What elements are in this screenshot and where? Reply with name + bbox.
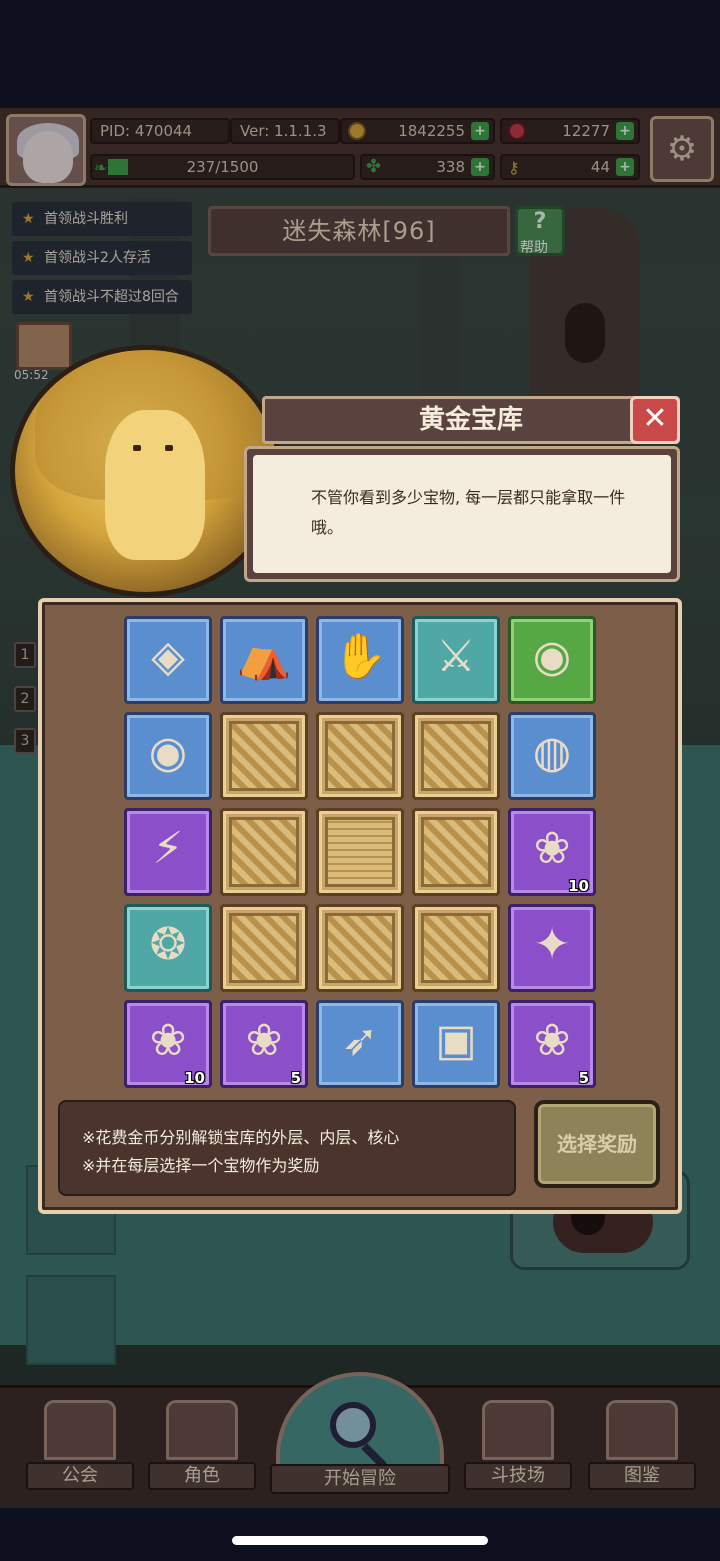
treasure-slot[interactable]: ❂ — [124, 904, 212, 992]
diamond-gem-icon: ◈ — [151, 631, 185, 682]
berry-icon: ❀ — [245, 1015, 283, 1066]
vault-slot[interactable] — [220, 808, 308, 896]
vault-outer-icon — [325, 721, 395, 791]
claw-icon: ⚡ — [152, 823, 184, 874]
orb-amulet-icon: ◉ — [532, 631, 572, 682]
treasure-slot[interactable]: ◍ — [508, 712, 596, 800]
berry-icon: ❀ — [533, 823, 571, 874]
golden-creature — [105, 410, 205, 560]
treasure-slot[interactable]: ❀ 10 — [124, 1000, 212, 1088]
rules-note: ※花费金币分别解锁宝库的外层、内层、核心 ※并在每层选择一个宝物作为奖励 — [58, 1100, 516, 1196]
treasure-slot[interactable]: ⛺ — [220, 616, 308, 704]
treasure-slot[interactable]: ▣ — [412, 1000, 500, 1088]
speech-bubble: 不管你看到多少宝物, 每一层都只能拿取一件哦。 — [244, 446, 680, 582]
rune-tablet-icon: ▣ — [435, 1015, 477, 1066]
treasure-slot[interactable]: ◈ — [124, 616, 212, 704]
vault-slot[interactable] — [412, 808, 500, 896]
vault-slot[interactable] — [220, 712, 308, 800]
item-quantity: 10 — [184, 1069, 205, 1087]
item-quantity: 5 — [290, 1069, 301, 1087]
vault-slot[interactable] — [316, 808, 404, 896]
vault-outer-icon — [421, 913, 491, 983]
treasure-slot[interactable]: ◉ — [508, 616, 596, 704]
choose-reward-button[interactable]: 选择奖励 — [534, 1100, 660, 1188]
item-quantity: 10 — [568, 877, 589, 895]
vault-outer-icon — [229, 817, 299, 887]
treasure-slot[interactable]: ⚡ — [124, 808, 212, 896]
bow-icon: ➶ — [341, 1015, 379, 1066]
sack-icon: ⛺ — [236, 631, 292, 682]
treasure-slot[interactable]: ➶ — [316, 1000, 404, 1088]
crystal-shard-icon: ✦ — [533, 919, 571, 970]
vault-outer-icon — [421, 817, 491, 887]
vault-core-icon — [325, 817, 395, 887]
close-icon: ✕ — [642, 401, 668, 436]
vault-outer-icon — [325, 913, 395, 983]
speech-text: 不管你看到多少宝物, 每一层都只能拿取一件哦。 — [253, 455, 671, 573]
golden-spirit-portrait — [10, 345, 282, 597]
vault-slot[interactable] — [316, 904, 404, 992]
dialog-title: 黄金宝库 — [262, 396, 680, 444]
vault-slot[interactable] — [220, 904, 308, 992]
item-quantity: 5 — [578, 1069, 589, 1087]
hand-charm-icon: ✋ — [332, 631, 388, 682]
vault-outer-icon — [229, 913, 299, 983]
berry-icon: ❀ — [149, 1015, 187, 1066]
crystal-ring-icon: ❂ — [149, 919, 187, 970]
treasure-slot[interactable]: ❀ 5 — [220, 1000, 308, 1088]
orb-amulet-icon: ◉ — [148, 727, 188, 778]
vault-outer-icon — [229, 721, 299, 791]
treasure-slot[interactable]: ❀ 5 — [508, 1000, 596, 1088]
treasure-slot[interactable]: ⚔ — [412, 616, 500, 704]
vault-slot[interactable] — [412, 712, 500, 800]
rule-line: ※花费金币分别解锁宝库的外层、内层、核心 — [82, 1128, 400, 1147]
treasure-slot[interactable]: ❀ 10 — [508, 808, 596, 896]
treasure-slot[interactable]: ✋ — [316, 616, 404, 704]
treasure-slot[interactable]: ✦ — [508, 904, 596, 992]
close-button[interactable]: ✕ — [630, 396, 680, 444]
creature-eye — [165, 445, 173, 451]
creature-eye — [133, 445, 141, 451]
home-indicator[interactable] — [232, 1536, 488, 1545]
vault-slot[interactable] — [316, 712, 404, 800]
berry-icon: ❀ — [533, 1015, 571, 1066]
gold-coin-icon: ◍ — [532, 727, 572, 778]
treasure-slot[interactable]: ◉ — [124, 712, 212, 800]
vault-outer-icon — [421, 721, 491, 791]
rule-line: ※并在每层选择一个宝物作为奖励 — [82, 1156, 320, 1175]
vault-slot[interactable] — [412, 904, 500, 992]
sword-icon: ⚔ — [436, 631, 476, 682]
